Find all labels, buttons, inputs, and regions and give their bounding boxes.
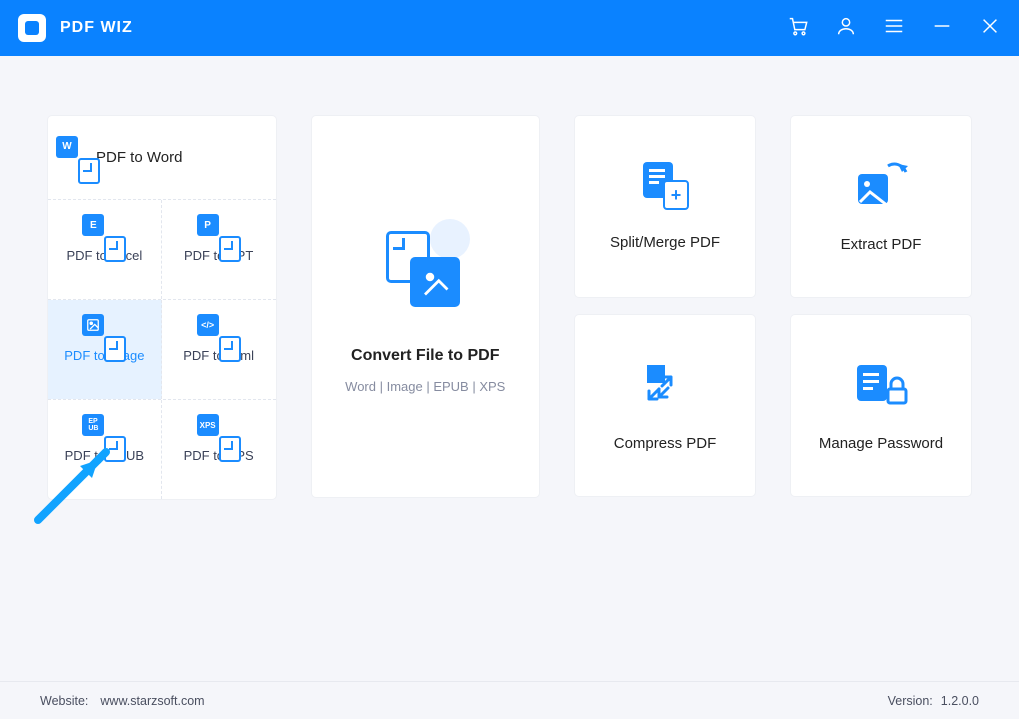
card-label: Compress PDF bbox=[614, 435, 717, 452]
convert-title: Convert File to PDF bbox=[351, 347, 499, 365]
convert-to-pdf-button[interactable]: Convert File to PDF Word | Image | EPUB … bbox=[312, 116, 540, 497]
manage-password-button[interactable]: Manage Password bbox=[791, 315, 971, 496]
pdf-to-card: PDF to Word PDF to Excel PDF to PPT PDF … bbox=[48, 116, 276, 499]
version-value: 1.2.0.0 bbox=[941, 694, 979, 708]
extract-icon bbox=[852, 160, 910, 212]
cart-icon[interactable] bbox=[787, 15, 809, 42]
titlebar: PDF WIZ bbox=[0, 0, 1019, 56]
pdf-to-image-button[interactable]: PDF to Image bbox=[48, 300, 162, 399]
app-title: PDF WIZ bbox=[60, 19, 133, 37]
pdf-to-excel-button[interactable]: PDF to Excel bbox=[48, 200, 162, 299]
compress-icon bbox=[641, 359, 689, 411]
card-label: Manage Password bbox=[819, 435, 943, 452]
website-link[interactable]: www.starzsoft.com bbox=[100, 694, 204, 708]
convert-subtitle: Word | Image | EPUB | XPS bbox=[345, 379, 505, 394]
pdf-to-xps-button[interactable]: PDF to XPS bbox=[162, 400, 276, 499]
minimize-icon[interactable] bbox=[931, 15, 953, 42]
content-area: PDF to Word PDF to Excel PDF to PPT PDF … bbox=[0, 56, 1019, 681]
footer: Website: www.starzsoft.com Version: 1.2.… bbox=[0, 681, 1019, 719]
card-label: Extract PDF bbox=[841, 236, 922, 253]
pdf-to-word-label: PDF to Word bbox=[96, 149, 182, 166]
card-label: Split/Merge PDF bbox=[610, 234, 720, 251]
split-merge-icon: + bbox=[641, 162, 689, 210]
convert-icon bbox=[380, 219, 470, 319]
extract-button[interactable]: Extract PDF bbox=[791, 116, 971, 297]
pdf-to-epub-button[interactable]: PDF to EPUB bbox=[48, 400, 162, 499]
pdf-to-word-button[interactable]: PDF to Word bbox=[48, 116, 276, 200]
app-logo bbox=[18, 14, 46, 42]
user-icon[interactable] bbox=[835, 15, 857, 42]
split-merge-button[interactable]: + Split/Merge PDF bbox=[575, 116, 755, 297]
compress-button[interactable]: Compress PDF bbox=[575, 315, 755, 496]
password-icon bbox=[853, 359, 909, 411]
pdf-to-ppt-button[interactable]: PDF to PPT bbox=[162, 200, 276, 299]
close-icon[interactable] bbox=[979, 15, 1001, 42]
website-label: Website: bbox=[40, 694, 88, 708]
pdf-to-html-button[interactable]: PDF to Html bbox=[162, 300, 276, 399]
menu-icon[interactable] bbox=[883, 15, 905, 42]
version-label: Version: bbox=[888, 694, 933, 708]
